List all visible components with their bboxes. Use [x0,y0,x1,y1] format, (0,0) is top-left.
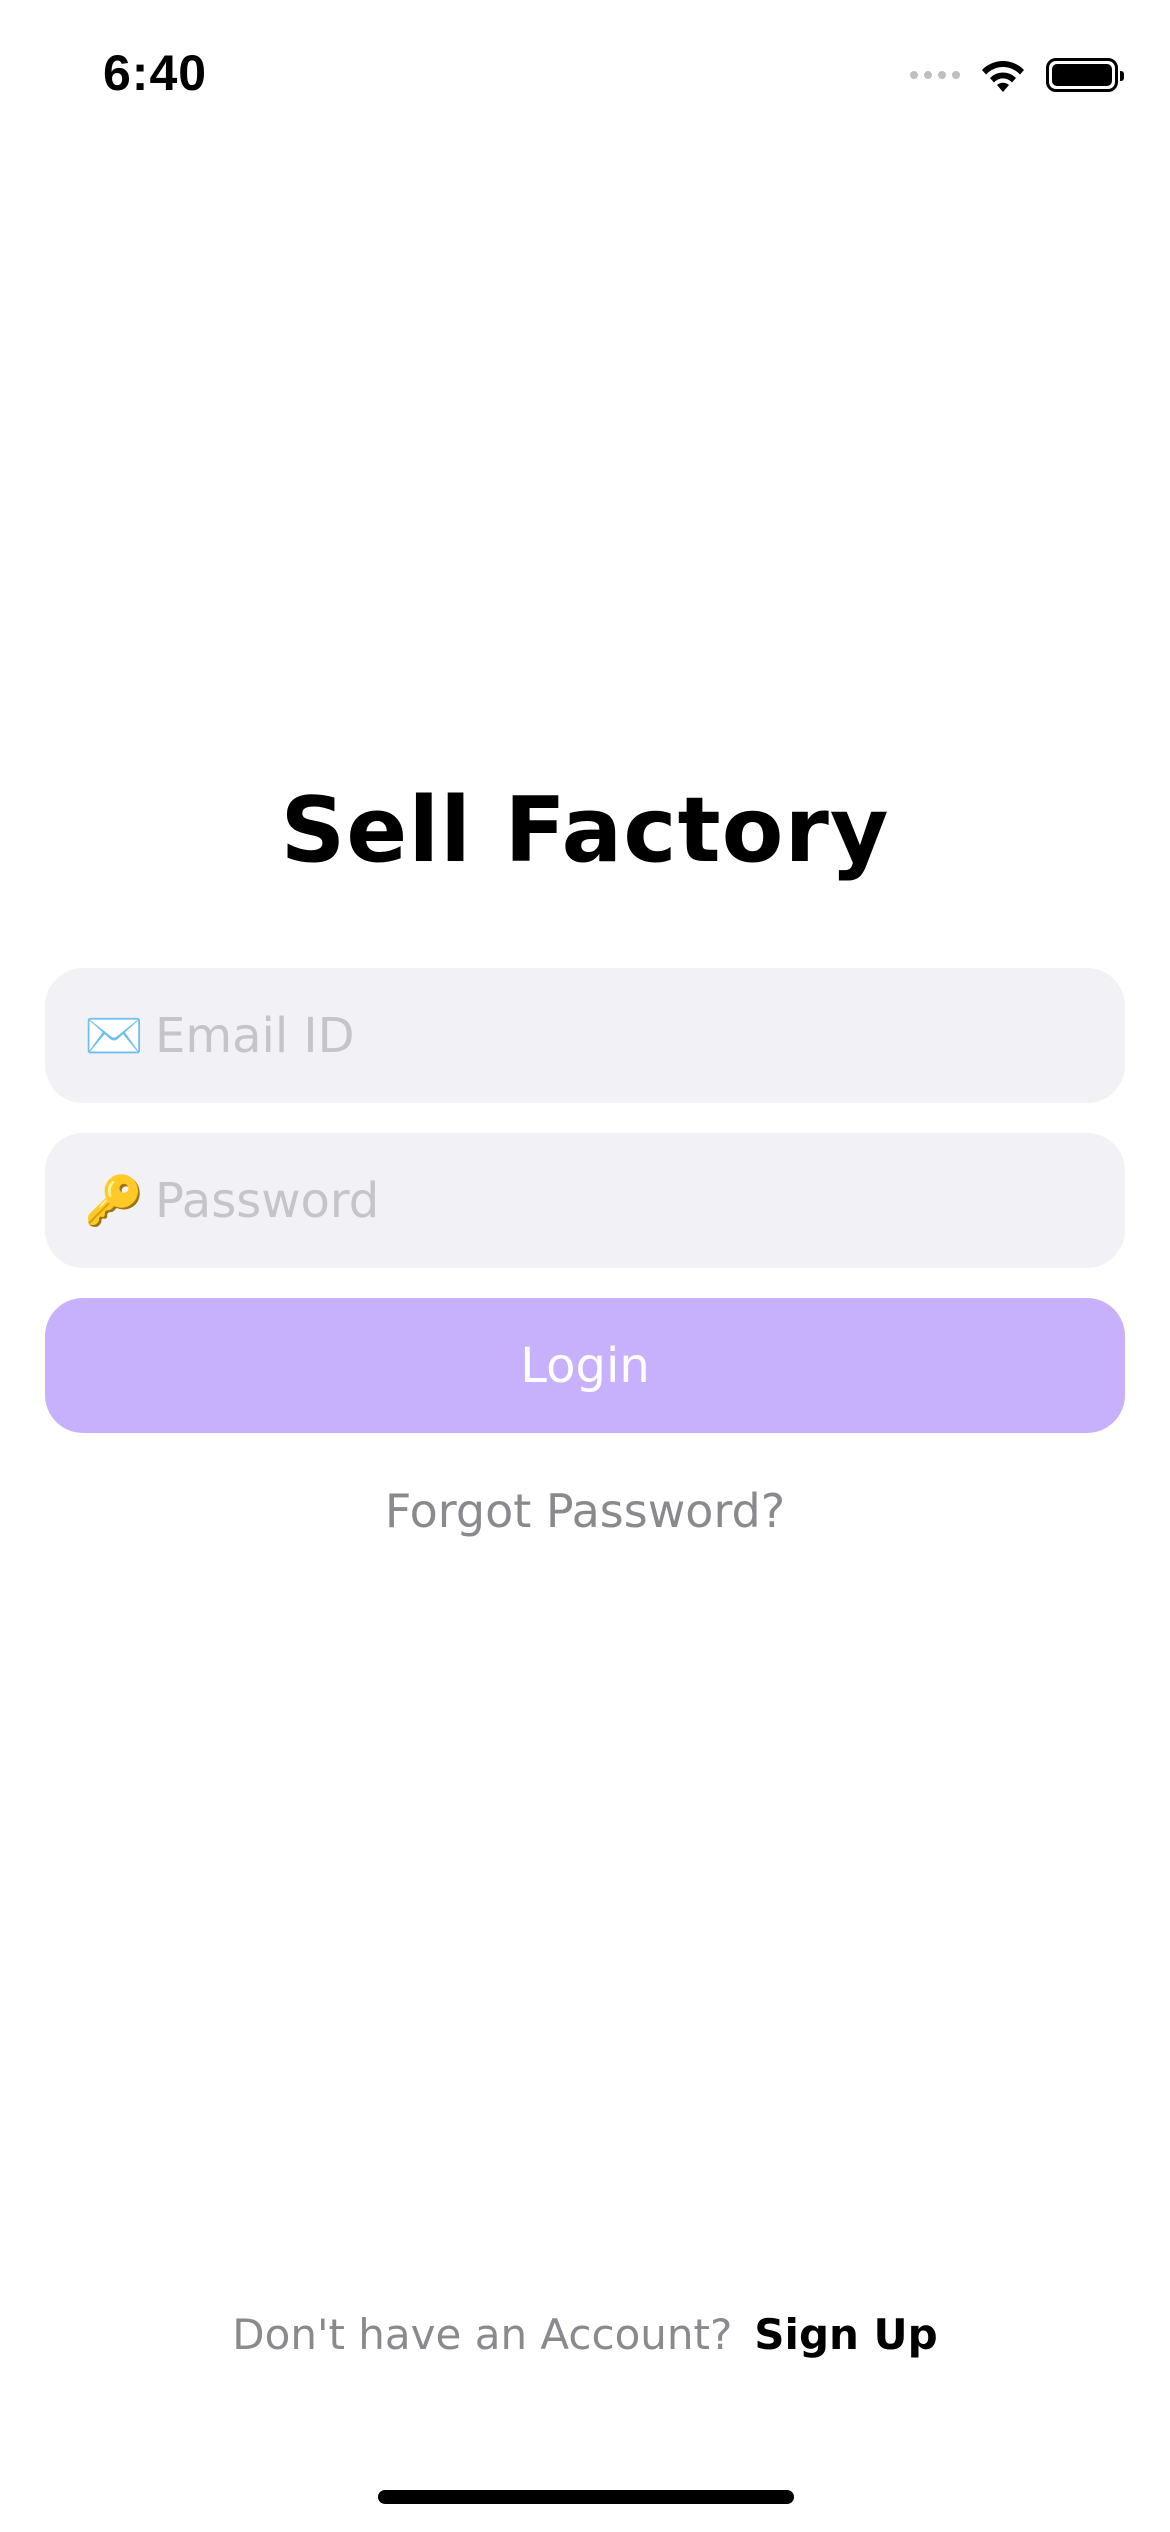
email-input[interactable] [155,1007,1055,1064]
status-time: 6:40 [103,45,208,101]
signup-prompt: Don't have an Account? [232,2310,733,2359]
envelope-icon: ✉️ [84,1007,144,1064]
app-title: Sell Factory [280,778,890,883]
login-button[interactable]: Login [45,1298,1125,1433]
sign-up-link[interactable]: Sign Up [754,2310,937,2359]
forgot-password-link[interactable]: Forgot Password? [0,1484,1170,1538]
login-screen: 6:40 Sell Factory ✉️ 🔑 Login Forgot Pass… [0,0,1170,2532]
password-input[interactable] [155,1172,1055,1229]
password-field[interactable]: 🔑 [45,1133,1125,1268]
wifi-icon [978,56,1028,94]
home-indicator[interactable] [378,2490,794,2504]
cellular-signal-icon [910,71,960,79]
signup-row: Don't have an Account? Sign Up [0,2310,1170,2359]
battery-icon [1046,58,1124,92]
status-icons [910,52,1124,98]
email-field[interactable]: ✉️ [45,968,1125,1103]
key-icon: 🔑 [84,1172,144,1229]
